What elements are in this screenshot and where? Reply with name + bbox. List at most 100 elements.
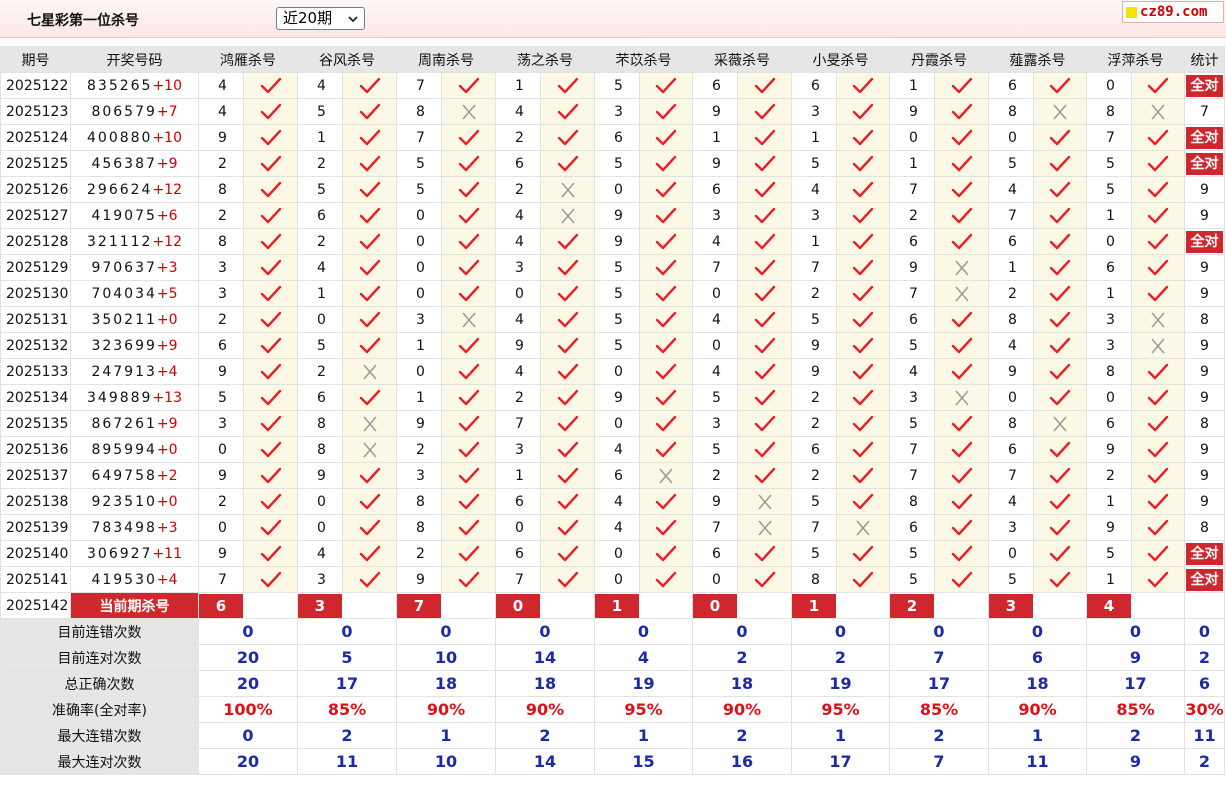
pick-cell: 6 [198,332,244,359]
check-icon [754,285,775,301]
check-icon [655,363,677,379]
pick-cell: 2 [198,150,244,177]
summary-value: 0 [198,618,298,645]
check-icon [458,285,479,301]
check-icon [458,545,479,561]
pick-cell: 0 [988,124,1034,151]
logo-text: cz89.com [1140,4,1208,20]
stat-count: 9 [1200,285,1209,302]
result-cell [934,566,989,593]
draw-number: 649758 [91,467,157,484]
result-cell [639,254,693,281]
check-icon [359,129,380,145]
pick-cell: 6 [988,72,1034,99]
draw-bonus: +3 [156,259,178,276]
result-cell [639,462,693,489]
issue-cell: 2025138 [0,488,71,515]
summary-value: 0 [692,618,792,645]
summary-value: 0 [396,618,496,645]
pick-cell: 0 [1086,384,1132,411]
summary-value: 1 [791,722,890,749]
stat-count: 8 [1200,519,1209,536]
pick-cell: 6 [297,384,343,411]
pick-cell: 9 [396,410,442,437]
summary-value: 17 [889,670,989,697]
result-cell [1131,176,1185,203]
pick-cell: 4 [594,436,640,463]
draw-cell: 835265+10 [70,72,199,99]
check-icon [359,389,380,405]
pick-cell: 0 [396,202,442,229]
pick-cell: 0 [692,280,738,307]
summary-value: 17 [791,748,890,775]
pick-cell: 5 [594,254,640,281]
current-pick-badge: 4 [1087,593,1131,618]
pick-cell: 7 [495,410,541,437]
current-pick-cell: 6 [198,592,298,619]
result-cell [342,384,397,411]
pick-cell: 0 [396,254,442,281]
result-cell [639,228,693,255]
header-expert-6: 小旻杀号 [791,46,890,73]
result-cell [934,488,989,515]
pick-cell: 3 [198,410,244,437]
result-cell [342,98,397,125]
pick-cell: 4 [495,358,541,385]
result-cell [934,358,989,385]
result-cell [1033,384,1087,411]
result-cell [243,124,298,151]
current-stat-cell [1184,592,1225,619]
header-expert-9: 浮萍杀号 [1086,46,1185,73]
pick-cell: 6 [692,72,738,99]
pick-cell: 0 [198,514,244,541]
check-icon [951,311,972,327]
result-cell [243,254,298,281]
pick-cell: 1 [988,254,1034,281]
result-cell [342,488,397,515]
check-icon [557,77,578,93]
check-icon [951,233,972,249]
result-cell [441,306,496,333]
pick-cell: 4 [692,306,738,333]
pick-cell: 6 [988,436,1034,463]
pick-cell: 3 [692,410,738,437]
pick-cell: 2 [495,124,541,151]
summary-value: 0 [495,618,595,645]
pick-cell: 6 [297,202,343,229]
result-cell [639,436,693,463]
pick-cell: 7 [889,280,935,307]
check-icon [754,363,775,379]
draw-cell: 867261+9 [70,410,199,437]
result-cell [441,384,496,411]
check-icon [951,571,972,587]
pick-cell: 3 [198,280,244,307]
pick-cell: 2 [297,358,343,385]
stat-cell: 7 [1184,98,1225,125]
result-cell [639,176,693,203]
issue-cell: 2025133 [0,358,71,385]
summary-row: 最大连对次数 20 11 10 14 15 16 17 7 11 9 2 [0,748,1225,775]
summary-value: 18 [692,670,792,697]
pick-cell: 6 [791,72,837,99]
cross-icon [954,260,969,275]
kill-number-table: 期号 开奖号码 鸿雁杀号 谷风杀号 周南杀号 荡之杀号 芣苡杀号 采薇杀号 小旻杀号 丹霞杀号 薤露… [0,46,1225,775]
result-cell [1131,280,1185,307]
issue-cell: 2025127 [0,202,71,229]
table-row: 2025133 247913+4 9 2 0 4 0 4 9 4 9 8 9 [0,358,1225,385]
issue-cell: 2025141 [0,566,71,593]
result-cell [441,254,496,281]
result-cell [243,410,298,437]
check-icon [1049,571,1071,587]
check-icon [260,207,281,223]
summary-value: 7 [889,748,989,775]
check-icon [754,311,775,327]
result-cell [1033,358,1087,385]
site-logo[interactable]: cz89.com [1122,1,1224,23]
pick-cell: 0 [198,436,244,463]
summary-value: 10 [396,644,496,671]
period-select[interactable]: 近20期 [276,7,365,30]
pick-cell: 9 [594,228,640,255]
pick-cell: 8 [198,176,244,203]
check-icon [1147,571,1169,587]
pick-cell: 6 [495,540,541,567]
